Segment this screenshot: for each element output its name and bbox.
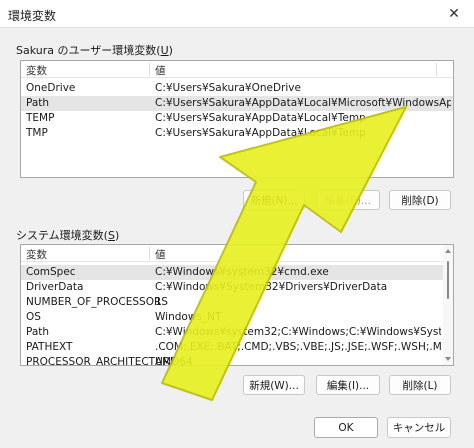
table-row[interactable]: PROCESSOR_ARCHITECTURE AMD64 <box>21 355 453 366</box>
scroll-up-icon[interactable] <box>445 249 451 253</box>
scroll-thumb[interactable] <box>447 261 449 299</box>
table-row[interactable]: DriverData C:¥Windows¥System32¥Drivers¥D… <box>21 280 453 295</box>
user-delete-button[interactable]: 削除(D) <box>389 190 451 210</box>
user-edit-button[interactable]: 編集(E)... <box>316 190 380 210</box>
var-name: OS <box>26 311 41 323</box>
var-name: NUMBER_OF_PROCESSORS <box>26 296 168 308</box>
var-name: TMP <box>26 127 48 139</box>
table-row[interactable]: OS Windows_NT <box>21 310 453 325</box>
table-row[interactable]: Path C:¥Users¥Sakura¥AppData¥Local¥Micro… <box>21 96 453 111</box>
system-vars-scrollbar[interactable] <box>443 245 453 365</box>
system-vars-list[interactable]: 変数 値 ComSpec C:¥Windows¥system32¥cmd.exe… <box>20 244 454 366</box>
table-row[interactable]: TEMP C:¥Users¥Sakura¥AppData¥Local¥Temp <box>21 111 453 126</box>
window-title: 環境変数 <box>8 9 57 23</box>
var-name: OneDrive <box>26 82 76 94</box>
var-value: Windows_NT <box>155 311 222 323</box>
system-delete-button[interactable]: 削除(L) <box>389 375 451 395</box>
system-vars-header: 変数 値 <box>21 245 453 262</box>
cancel-button[interactable]: キャンセル <box>387 417 451 438</box>
title-bar: 環境変数 ✕ <box>0 0 474 28</box>
user-new-button[interactable]: 新規(N)... <box>243 190 305 210</box>
var-value: C:¥Windows¥system32¥cmd.exe <box>155 266 329 278</box>
table-row[interactable]: ComSpec C:¥Windows¥system32¥cmd.exe <box>21 265 453 280</box>
column-divider[interactable] <box>436 63 437 76</box>
var-value: .COM;.EXE;.BAT;.CMD;.VBS;.VBE;.JS;.JSE;.… <box>155 341 441 353</box>
var-value: C:¥Users¥Sakura¥AppData¥Local¥Temp <box>155 127 366 139</box>
var-name: Path <box>26 326 50 338</box>
column-header-name[interactable]: 変数 <box>26 63 47 78</box>
user-vars-label: Sakura のユーザー環境変数(U) <box>16 44 173 57</box>
column-header-value[interactable]: 値 <box>155 63 166 78</box>
var-name: PATHEXT <box>26 341 73 353</box>
var-value: C:¥Windows¥system32;C:¥Windows;C:¥Window… <box>155 326 441 338</box>
system-vars-label: システム環境変数(S) <box>16 229 120 242</box>
var-name: ComSpec <box>26 266 76 278</box>
var-value: C:¥Users¥Sakura¥AppData¥Local¥Microsoft¥… <box>155 97 451 109</box>
table-row[interactable]: TMP C:¥Users¥Sakura¥AppData¥Local¥Temp <box>21 126 453 141</box>
close-icon[interactable]: ✕ <box>434 0 474 28</box>
column-divider[interactable] <box>149 247 150 260</box>
user-vars-header: 変数 値 <box>21 61 453 78</box>
var-value: C:¥Windows¥System32¥Drivers¥DriverData <box>155 281 388 293</box>
table-row[interactable]: PATHEXT .COM;.EXE;.BAT;.CMD;.VBS;.VBE;.J… <box>21 340 453 355</box>
user-vars-list[interactable]: 変数 値 OneDrive C:¥Users¥Sakura¥OneDrive P… <box>20 60 454 178</box>
var-name: DriverData <box>26 281 84 293</box>
column-header-name[interactable]: 変数 <box>26 247 47 262</box>
system-edit-button[interactable]: 編集(I)... <box>316 375 380 395</box>
table-row[interactable]: Path C:¥Windows¥system32;C:¥Windows;C:¥W… <box>21 325 453 340</box>
column-divider[interactable] <box>149 63 150 76</box>
var-name: Path <box>26 97 50 109</box>
column-header-value[interactable]: 値 <box>155 247 166 262</box>
var-value: AMD64 <box>155 356 193 366</box>
system-new-button[interactable]: 新規(W)... <box>243 375 305 395</box>
var-name: TEMP <box>26 112 55 124</box>
scroll-down-icon[interactable] <box>445 357 451 361</box>
var-value: 1 <box>155 296 162 308</box>
table-row[interactable]: OneDrive C:¥Users¥Sakura¥OneDrive <box>21 81 453 96</box>
var-value: C:¥Users¥Sakura¥OneDrive <box>155 82 301 94</box>
var-value: C:¥Users¥Sakura¥AppData¥Local¥Temp <box>155 112 366 124</box>
ok-button[interactable]: OK <box>314 417 378 438</box>
table-row[interactable]: NUMBER_OF_PROCESSORS 1 <box>21 295 453 310</box>
